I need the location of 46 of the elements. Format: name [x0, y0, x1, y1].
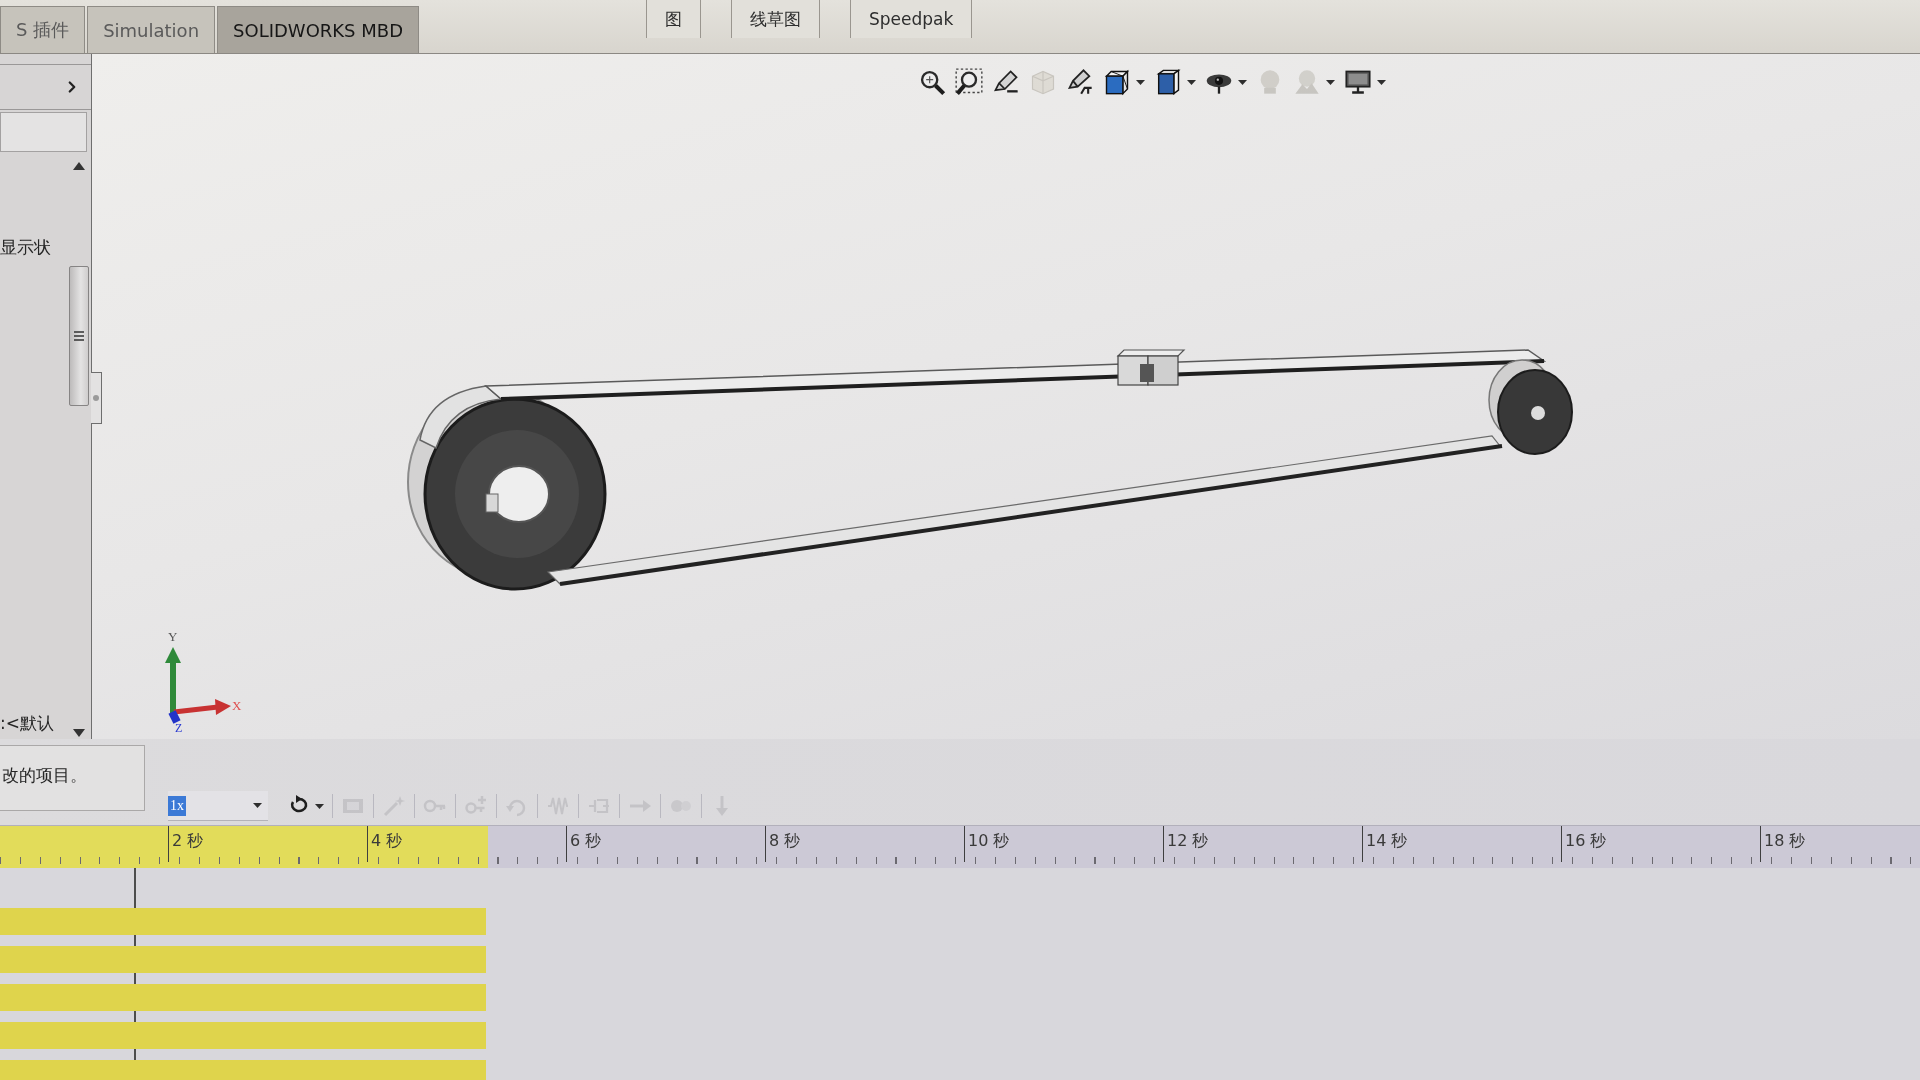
x-axis-arrow: [173, 699, 231, 715]
cube-icon[interactable]: [1154, 68, 1182, 96]
tick-label: 12 秒: [1163, 826, 1209, 862]
tick-label: 18 秒: [1760, 826, 1806, 862]
speed-field[interactable]: 1x: [168, 791, 268, 821]
scrollbar-thumb[interactable]: [69, 266, 89, 406]
tree-item-text: :<默认: [0, 712, 55, 735]
caret-icon[interactable]: [253, 803, 262, 808]
panel-collapse-handle[interactable]: [91, 372, 102, 424]
monitor-icon[interactable]: [1344, 68, 1372, 96]
cube-icon[interactable]: [1103, 68, 1131, 96]
tick-label: 10 秒: [964, 826, 1010, 862]
zoom-area-icon[interactable]: [955, 68, 983, 96]
input-field[interactable]: [0, 112, 87, 152]
ribbon-tab[interactable]: 图: [646, 0, 701, 38]
ribbon-tab[interactable]: 线草图: [731, 0, 820, 38]
belt-block: [1116, 349, 1186, 386]
tab[interactable]: Simulation: [87, 6, 216, 53]
ribbon-tab[interactable]: Speedpak: [850, 0, 973, 38]
tick-label: 6 秒: [566, 826, 602, 862]
tick-label: 2 秒: [168, 826, 204, 862]
tick-label: 4 秒: [367, 826, 403, 862]
tick-label: 16 秒: [1561, 826, 1607, 862]
zoom-icon[interactable]: [918, 68, 946, 96]
tree-item-text: 显示状: [0, 236, 52, 259]
scroll-up-icon[interactable]: [73, 162, 85, 170]
caret-icon[interactable]: [1136, 79, 1145, 85]
axis-label: Y: [168, 629, 178, 644]
caret-icon[interactable]: [1187, 79, 1196, 85]
axis-label: Z: [175, 721, 183, 733]
dot-icon: [93, 395, 99, 401]
caret-icon[interactable]: [1377, 79, 1386, 85]
pencil-icon[interactable]: [1066, 68, 1094, 96]
y-axis-arrow: [165, 647, 181, 714]
speed-value: 1x: [168, 795, 186, 816]
tab[interactable]: SOLIDWORKS MBD: [217, 6, 419, 53]
tab[interactable]: S 插件: [0, 6, 86, 53]
grip-icon: [74, 331, 84, 341]
pencil-icon[interactable]: [992, 68, 1020, 96]
scroll-down-icon[interactable]: [73, 729, 85, 737]
caret-icon[interactable]: [1238, 79, 1247, 85]
tick-label: 14 秒: [1362, 826, 1408, 862]
status-message: 改的项目。: [0, 745, 145, 811]
tick-label: 8 秒: [765, 826, 801, 862]
axis-label: X: [232, 698, 242, 713]
caret-icon[interactable]: [315, 803, 324, 809]
